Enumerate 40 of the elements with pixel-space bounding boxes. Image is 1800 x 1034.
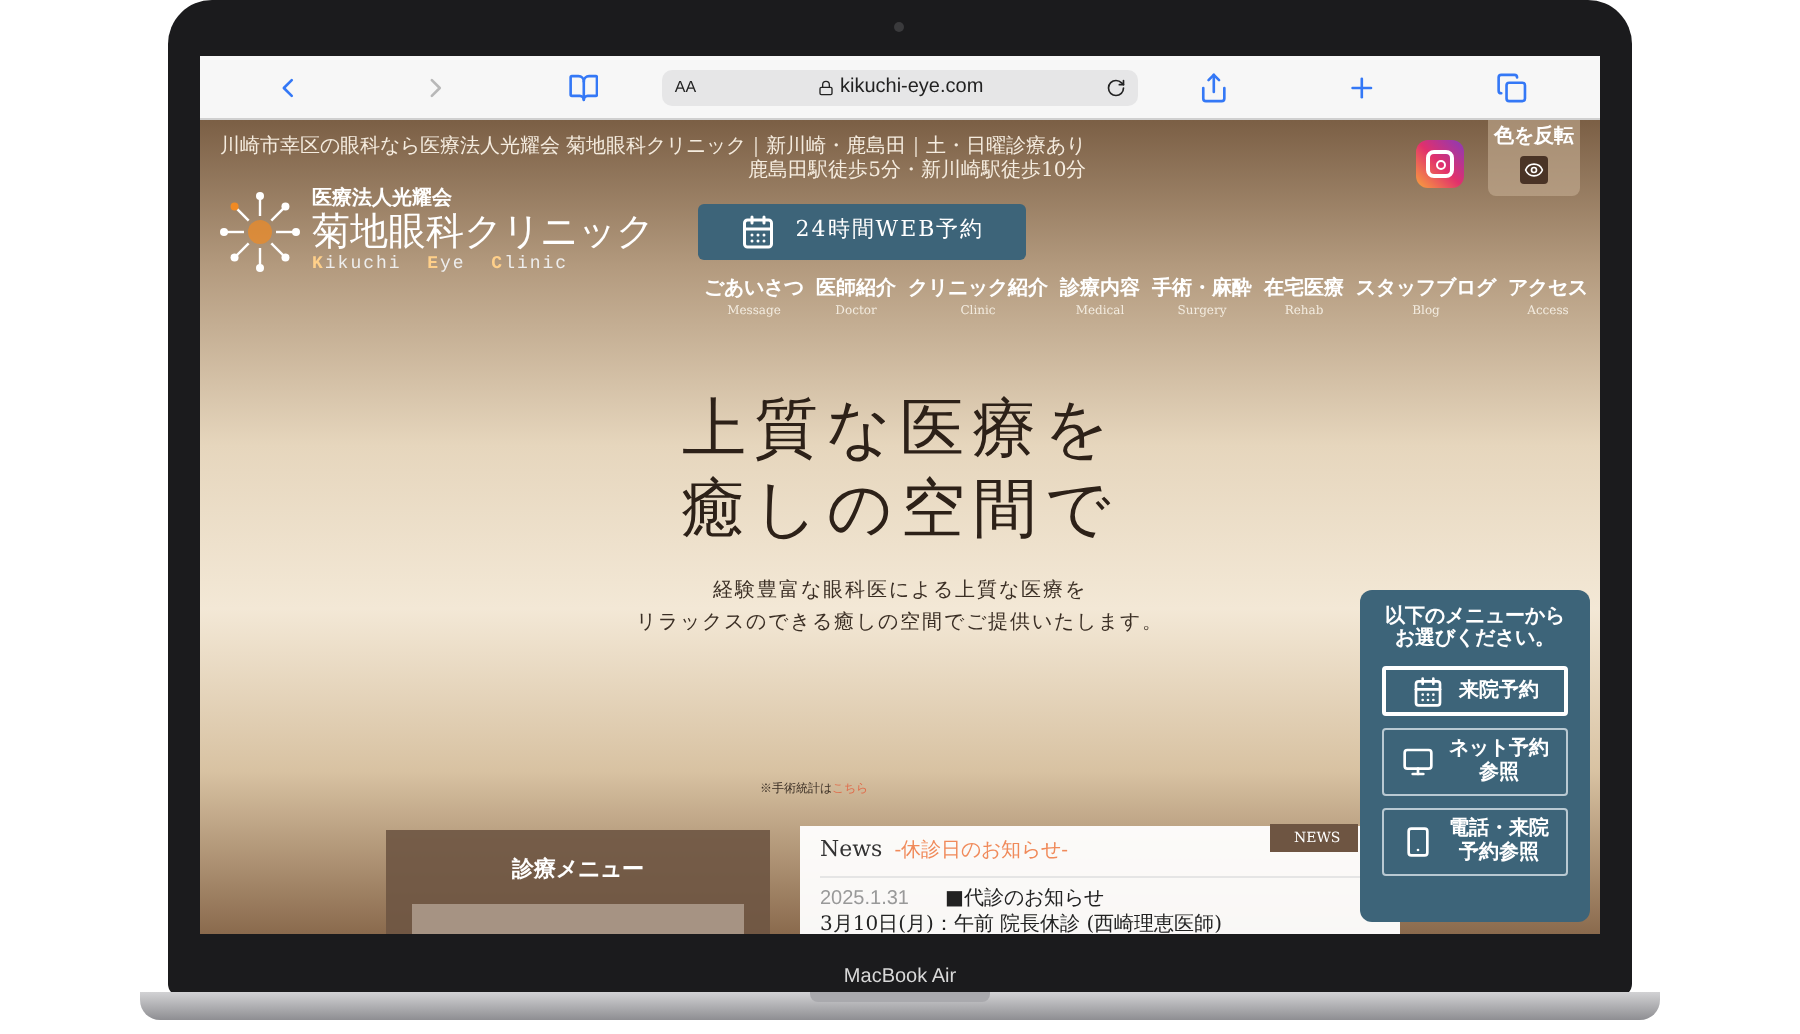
eye-icon bbox=[1524, 160, 1544, 180]
address-field[interactable]: AA kikuchi-eye.com bbox=[662, 69, 1138, 105]
flower-logo-icon bbox=[220, 191, 300, 271]
reservation-option-button[interactable]: 来院予約 bbox=[1382, 666, 1568, 716]
reservation-option-button[interactable]: ネット予約 参照 bbox=[1382, 728, 1568, 796]
reservation-prompt: 以下のメニューから bbox=[1385, 606, 1565, 628]
tabs-icon[interactable] bbox=[1496, 71, 1528, 103]
organization-name: 医療法人光耀会 bbox=[312, 188, 454, 210]
color-invert-label: 色を反転 bbox=[1494, 128, 1574, 148]
laptop-model-label: MacBook Air bbox=[843, 964, 957, 992]
camera-icon bbox=[894, 22, 904, 32]
monitor-icon bbox=[1401, 746, 1433, 778]
lock-icon bbox=[817, 79, 834, 95]
hero-lead-text: リラックスのできる癒しの空間でご提供いたします。 bbox=[636, 609, 1164, 638]
news-title: News bbox=[820, 834, 883, 866]
hero-headline: 癒しの空間で bbox=[681, 468, 1119, 548]
share-icon[interactable] bbox=[1197, 71, 1229, 103]
url-text: kikuchi-eye.com bbox=[839, 74, 984, 102]
clinic-roman-name: Kikuchi Eye Clinic bbox=[312, 254, 571, 274]
access-text: 鹿島田駅徒歩5分・新川崎駅徒歩10分 bbox=[748, 160, 1087, 184]
tagline-text: 川崎市幸区の眼科なら医療法人光耀会 菊地眼科クリニック｜新川崎・鹿島田｜土・日曜診療あり bbox=[220, 136, 1087, 159]
color-invert-button[interactable] bbox=[1520, 156, 1548, 184]
reservation-prompt: お選びください。 bbox=[1395, 628, 1555, 650]
clinic-name: 菊地眼科クリニック bbox=[312, 210, 654, 254]
instagram-icon[interactable] bbox=[1416, 140, 1464, 188]
text-size-button[interactable]: AA bbox=[674, 75, 697, 99]
news-headline-link[interactable]: ■代診のお知らせ bbox=[945, 883, 1104, 913]
hero-lead-text: 経験豊富な眼科医による上質な医療を bbox=[713, 577, 1087, 606]
calendar-icon bbox=[739, 213, 776, 249]
medical-menu-title: 診療メニュー bbox=[512, 854, 644, 886]
news-subtitle: -休診日のお知らせ- bbox=[894, 837, 1068, 866]
news-date: 2025.1.31 bbox=[820, 885, 909, 913]
hero-headline: 上質な医療を bbox=[682, 388, 1118, 468]
reservation-option-button[interactable]: 電話・来院 予約参照 bbox=[1382, 808, 1568, 876]
reload-icon[interactable] bbox=[1105, 77, 1126, 97]
news-detail-text: 3月10日(月)：午前 院長休診 (西崎理恵医師) bbox=[820, 913, 1225, 934]
calendar-icon bbox=[1411, 675, 1443, 707]
web-reservation-button[interactable]: 24時間WEB予約 bbox=[698, 203, 1026, 259]
bookmarks-icon[interactable] bbox=[567, 71, 599, 103]
smartphone-icon bbox=[1401, 826, 1433, 858]
